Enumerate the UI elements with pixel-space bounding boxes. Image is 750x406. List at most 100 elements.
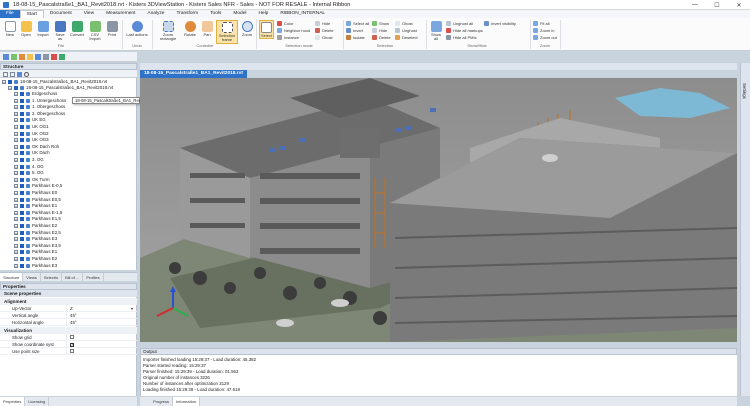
menu-tools[interactable]: Tools — [204, 10, 227, 18]
visibility-checkbox[interactable] — [20, 243, 24, 248]
expand-toggle-icon[interactable]: + — [14, 210, 18, 215]
toolbar-icon[interactable] — [59, 54, 65, 60]
expand-toggle-icon[interactable]: + — [14, 191, 18, 195]
visibility-checkbox[interactable] — [20, 230, 24, 235]
tree-item[interactable]: + Parkhaus E-1,5 — [14, 210, 62, 216]
visibility-checkbox[interactable] — [20, 204, 24, 209]
expand-toggle-icon[interactable]: + — [14, 164, 18, 169]
expand-toggle-icon[interactable]: + — [14, 184, 18, 189]
ghost-button[interactable]: Ghost — [395, 20, 413, 26]
tree-item[interactable]: + Parkhaus E2 — [14, 223, 57, 229]
pan-button[interactable]: Pan — [200, 21, 214, 37]
isolate-button[interactable]: Isolate — [346, 34, 365, 40]
tree-item[interactable]: +5. OG — [14, 170, 44, 176]
expand-toggle-icon[interactable]: + — [14, 230, 18, 235]
expand-toggle-icon[interactable]: + — [2, 80, 6, 84]
deselect-button[interactable]: Deselect — [395, 34, 418, 40]
zoom-in-button[interactable]: Zoom in — [533, 27, 554, 33]
new-button[interactable]: New — [3, 21, 17, 37]
tab-information[interactable]: Information — [173, 397, 201, 406]
tree-item[interactable]: + Parkhaus E3,5 — [14, 243, 61, 249]
tab-structure[interactable]: Structure — [0, 273, 24, 281]
visibility-checkbox[interactable] — [20, 98, 24, 103]
last-actions-button[interactable]: Last actions — [126, 21, 148, 37]
tree-item[interactable]: + UK OG2 — [14, 131, 49, 137]
3d-viewport[interactable] — [140, 78, 737, 342]
visibility-checkbox[interactable] — [20, 191, 24, 195]
expand-toggle-icon[interactable]: + — [14, 151, 18, 156]
menu-analyze[interactable]: Analyze — [141, 10, 170, 18]
tree-item[interactable]: + UK EG — [14, 117, 46, 123]
show-button[interactable]: Show — [372, 20, 389, 26]
visibility-checkbox[interactable] — [20, 158, 24, 162]
visibility-checkbox[interactable] — [20, 197, 24, 202]
3d-scene[interactable] — [140, 78, 737, 342]
tab-bill-of-materials[interactable]: Bill of ... — [62, 273, 84, 281]
menu-help[interactable]: Help — [252, 10, 274, 18]
toolbar-icon[interactable] — [51, 54, 57, 60]
visibility-checkbox[interactable] — [20, 144, 24, 149]
csv-import-button[interactable]: CSV Import — [87, 21, 103, 42]
expand-toggle-icon[interactable]: + — [14, 204, 18, 209]
tree-item[interactable]: + Parkhaus E0 — [14, 190, 57, 196]
toolbar-icon[interactable] — [35, 54, 41, 60]
settings-tab[interactable]: Settings — [742, 83, 747, 99]
visibility-checkbox[interactable] — [20, 177, 24, 182]
tree-item[interactable]: + Parkhaus E2 — [14, 256, 57, 262]
menu-document[interactable]: Document — [44, 10, 78, 18]
tab-views[interactable]: Views — [23, 273, 41, 281]
visibility-checkbox[interactable] — [20, 164, 24, 169]
expand-icon[interactable] — [3, 72, 8, 77]
toolbar-icon[interactable] — [43, 54, 49, 60]
tree-item[interactable]: + Parkhaus E2,5 — [14, 230, 61, 236]
unghost-button[interactable]: Unghost — [395, 27, 417, 33]
visibility-checkbox[interactable] — [20, 210, 24, 215]
tab-profiles[interactable]: Profiles — [83, 273, 104, 281]
property-row[interactable]: Vertical angle 45° — [0, 312, 137, 319]
tab-selection[interactable]: Selectio — [41, 273, 63, 281]
property-row[interactable]: Horizontal angle 45° — [0, 319, 137, 326]
tree-item[interactable]: + Parkhaus E1 — [14, 249, 57, 255]
tree-item[interactable]: + UK OG1 — [14, 124, 49, 130]
visualization-group[interactable]: Visualization — [0, 327, 137, 334]
expand-toggle-icon[interactable]: + — [14, 125, 18, 129]
tree-item[interactable]: + Parkhaus E-0,5 — [14, 183, 62, 189]
expand-toggle-icon[interactable]: + — [14, 118, 18, 123]
visibility-checkbox[interactable] — [20, 217, 24, 222]
property-row[interactable]: Show grid — [0, 334, 137, 341]
tab-properties[interactable]: Properties — [0, 397, 26, 406]
instance-button[interactable]: Instance — [277, 34, 299, 40]
invert-button[interactable]: Invert — [346, 27, 363, 33]
tree-item[interactable]: +3. OG — [14, 157, 44, 163]
visibility-checkbox[interactable] — [20, 224, 24, 228]
expand-toggle-icon[interactable]: + — [14, 105, 18, 110]
hide-button[interactable]: Hide — [372, 27, 387, 33]
visibility-checkbox[interactable] — [20, 237, 24, 242]
expand-toggle-icon[interactable]: + — [14, 263, 18, 268]
delete-button[interactable]: Delete — [372, 34, 391, 40]
tree-item[interactable]: + UK OG3 — [14, 137, 49, 143]
visibility-checkbox[interactable] — [8, 80, 12, 84]
menu-model[interactable]: Model — [227, 10, 252, 18]
visibility-checkbox[interactable] — [20, 184, 24, 189]
visibility-checkbox[interactable] — [20, 105, 24, 110]
minimize-icon[interactable]: — — [684, 0, 706, 10]
visibility-checkbox[interactable] — [20, 111, 24, 116]
fit-all-button[interactable]: Fit all — [533, 20, 550, 26]
tree-item[interactable]: + Parkhaus E3 — [14, 263, 57, 269]
print-button[interactable]: Print — [105, 21, 119, 37]
show-coordinate-system-checkbox[interactable]: ✓ — [70, 343, 74, 347]
expand-toggle-icon[interactable]: + — [14, 197, 18, 202]
visibility-checkbox[interactable] — [20, 131, 24, 136]
property-row[interactable]: Show coordinate syst ✓ — [0, 341, 137, 348]
visibility-checkbox[interactable] — [20, 171, 24, 176]
expand-toggle-icon[interactable]: + — [14, 98, 18, 103]
visibility-checkbox[interactable] — [20, 263, 24, 268]
tree-item[interactable]: +4. OG — [14, 164, 44, 170]
alignment-group[interactable]: Alignment — [0, 298, 137, 305]
tree-item[interactable]: + UK Dach — [14, 150, 50, 156]
zoom-button[interactable]: Zoom — [240, 21, 254, 37]
expand-toggle-icon[interactable]: + — [14, 138, 18, 143]
toolbar-icon[interactable] — [27, 54, 33, 60]
expand-toggle-icon[interactable]: + — [14, 257, 18, 261]
